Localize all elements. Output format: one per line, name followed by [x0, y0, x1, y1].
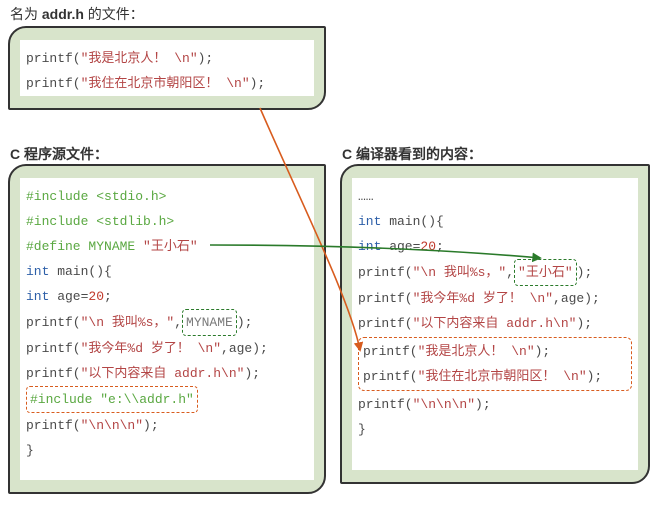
highlight-inserted-block: printf("我是北京人！ \n"); printf("我住在北京市朝阳区！ …: [358, 337, 632, 391]
addr-file-label: 名为 addr.h 的文件：: [10, 4, 144, 24]
addr-bold: addr.h: [42, 6, 84, 22]
code-source: #include <stdio.h> #include <stdlib.h> #…: [20, 178, 314, 480]
panel-source: #include <stdio.h> #include <stdlib.h> #…: [8, 164, 326, 494]
addr-suffix: 的文件：: [84, 6, 144, 22]
compiled-label: C 编译器看到的内容：: [342, 144, 482, 164]
source-file-label: C 程序源文件：: [10, 144, 108, 164]
addr-prefix: 名为: [10, 6, 42, 22]
highlight-substituted: "王小石": [514, 259, 577, 286]
code-compiled: …… int main(){ int age=20; printf("\n 我叫…: [352, 178, 638, 470]
panel-addr-h: printf("我是北京人！ \n"); printf("我住在北京市朝阳区！ …: [8, 26, 326, 110]
highlight-myname: MYNAME: [182, 309, 237, 336]
code-addr-h: printf("我是北京人！ \n"); printf("我住在北京市朝阳区！ …: [20, 40, 314, 96]
highlight-include-addr: #include "e:\\addr.h": [26, 386, 198, 413]
panel-compiled: …… int main(){ int age=20; printf("\n 我叫…: [340, 164, 650, 484]
